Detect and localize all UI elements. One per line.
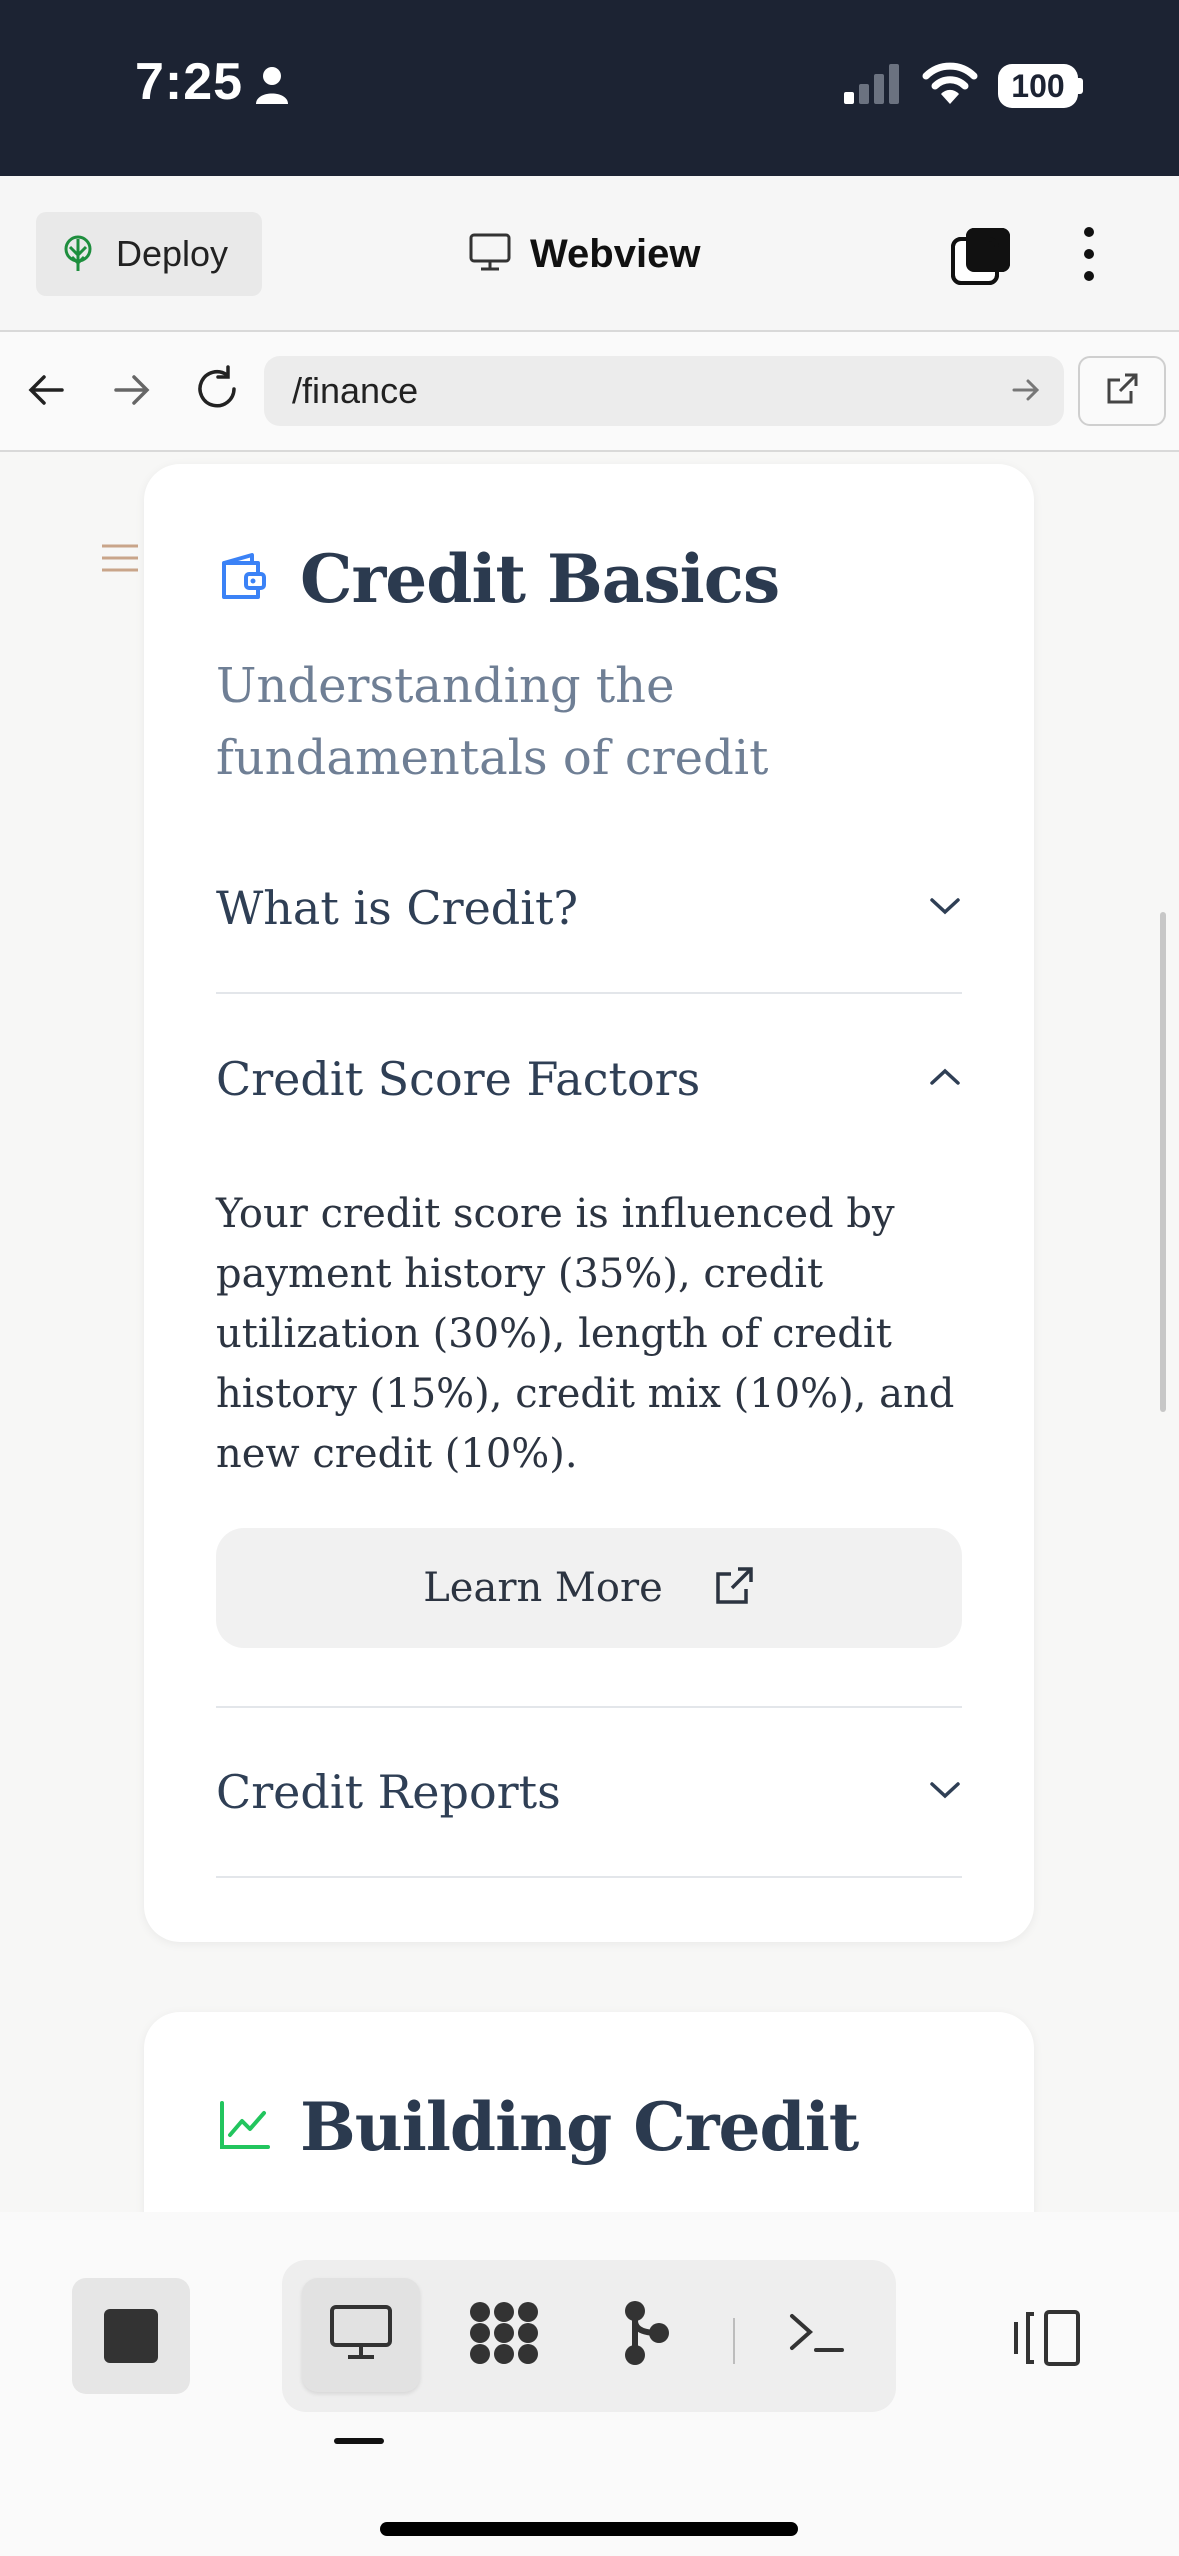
chevron-down-icon (928, 895, 962, 921)
webview-title: Webview (468, 226, 700, 282)
chevron-up-icon (928, 1066, 962, 1092)
accordion-title: Credit Score Factors (216, 1052, 701, 1106)
url-input[interactable] (264, 356, 1064, 426)
web-content: Credit Basics Understanding the fundamen… (0, 452, 1179, 2212)
panels-icon[interactable] (950, 226, 1012, 291)
monitor-icon (468, 232, 512, 277)
card-title: Credit Basics (300, 540, 780, 618)
home-indicator (380, 2522, 798, 2536)
hamburger-icon[interactable] (100, 542, 140, 579)
external-link-icon (1105, 372, 1139, 411)
signal-icon (842, 62, 902, 111)
forward-arrow-icon[interactable] (110, 368, 154, 417)
tool-separator (733, 2318, 735, 2364)
person-icon (255, 66, 289, 109)
back-arrow-icon[interactable] (24, 368, 68, 417)
git-branch-icon (621, 2299, 671, 2372)
deploy-icon (62, 235, 94, 273)
apps-grid-icon (466, 2298, 542, 2373)
apps-tool-button[interactable] (454, 2278, 554, 2392)
reload-icon[interactable] (192, 364, 242, 419)
status-time: 7:25 (135, 53, 244, 111)
accordion-item-what-is-credit[interactable]: What is Credit? (216, 824, 962, 994)
card-subtitle: Understanding the fundamentals of credit (216, 658, 769, 786)
terminal-icon (786, 2308, 846, 2363)
learn-more-button[interactable]: Learn More (216, 1528, 962, 1648)
building-credit-card: Building Credit (144, 2012, 1034, 2212)
monitor-icon (328, 2303, 394, 2368)
accordion-item-credit-reports[interactable]: Credit Reports (216, 1708, 962, 1878)
accordion-title: Credit Reports (216, 1765, 561, 1819)
card-header: Credit Basics (216, 540, 780, 618)
tool-group (282, 2260, 896, 2412)
terminal-tool-button[interactable] (766, 2278, 866, 2392)
external-link-icon (713, 1565, 755, 1611)
panel-toggle-icon[interactable] (1008, 2308, 1084, 2373)
card-header: Building Credit (216, 2088, 859, 2166)
deploy-button[interactable]: Deploy (36, 212, 262, 296)
git-tool-button[interactable] (596, 2278, 696, 2392)
status-bar: 7:25 100 (0, 0, 1179, 176)
wifi-icon (922, 60, 978, 111)
go-arrow-icon[interactable] (1010, 374, 1042, 411)
deploy-label: Deploy (116, 233, 229, 274)
kebab-icon[interactable] (1074, 224, 1104, 289)
wallet-icon (216, 549, 272, 609)
url-bar (0, 332, 1179, 452)
accordion-title: What is Credit? (216, 881, 579, 935)
accordion-body-text: Your credit score is influenced by payme… (216, 1191, 955, 1477)
chevron-down-icon (928, 1779, 962, 1805)
webview-title-label: Webview (530, 231, 701, 276)
battery-tip (1078, 78, 1083, 94)
chart-line-icon (216, 2097, 272, 2157)
accordion-item-credit-score-factors[interactable]: Credit Score Factors (216, 994, 962, 1164)
selected-tab-indicator (334, 2438, 384, 2444)
stop-button[interactable] (72, 2278, 190, 2394)
scrollbar-thumb[interactable] (1160, 912, 1166, 1412)
battery-indicator: 100 (998, 64, 1078, 108)
app-toolbar: Deploy Webview (0, 176, 1179, 332)
webview-tool-button[interactable] (302, 2278, 420, 2392)
stop-icon (104, 2309, 158, 2363)
learn-more-label: Learn More (423, 1565, 663, 1611)
credit-basics-card: Credit Basics Understanding the fundamen… (144, 464, 1034, 1942)
open-external-button[interactable] (1078, 356, 1166, 426)
card-title: Building Credit (300, 2088, 859, 2166)
bottom-toolbar (0, 2212, 1179, 2556)
